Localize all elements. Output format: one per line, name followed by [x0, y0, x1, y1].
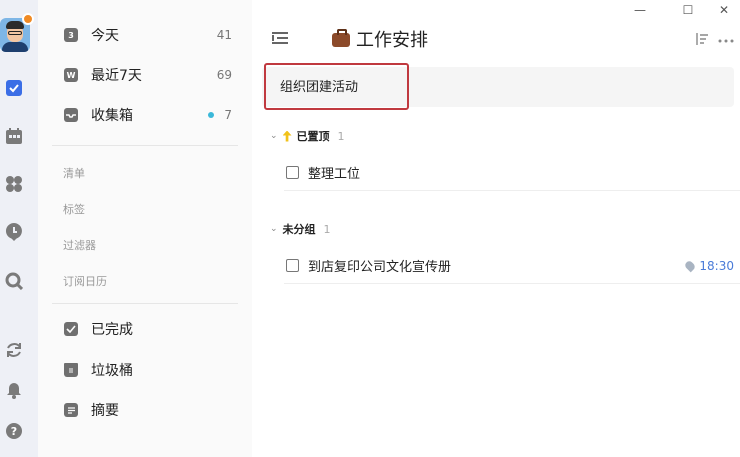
sidebar-item-label: 收集箱: [91, 108, 133, 124]
task-checkbox[interactable]: [286, 166, 299, 179]
sidebar-item-label: 垃圾桶: [91, 363, 133, 379]
group-count: 1: [323, 222, 331, 236]
premium-crown-icon: [22, 13, 34, 25]
sidebar-item-completed[interactable]: 已完成: [38, 313, 252, 345]
help-icon[interactable]: ?: [3, 420, 25, 442]
task-title: 整理工位: [308, 167, 361, 182]
location-pin-icon: [683, 259, 697, 272]
sidebar-item-count: 69: [216, 68, 232, 82]
sidebar-item-trash[interactable]: 垃圾桶: [38, 354, 252, 386]
group-header-pinned[interactable]: ⌄ 已置顶 1: [270, 128, 345, 144]
tasks-check-icon[interactable]: [3, 77, 25, 99]
sidebar-item-count: 41: [216, 28, 232, 42]
icon-rail: ?: [0, 0, 38, 457]
search-icon[interactable]: [3, 270, 25, 292]
svg-text:?: ?: [11, 425, 17, 438]
page-title: 工作安排: [332, 26, 428, 52]
section-lists[interactable]: 清单: [63, 165, 85, 181]
close-button[interactable]: ✕: [714, 2, 734, 18]
sidebar-item-next7days[interactable]: W 最近7天 69: [38, 59, 252, 91]
more-icon[interactable]: [718, 32, 734, 44]
trash-icon: [64, 363, 78, 377]
task-checkbox[interactable]: [286, 259, 299, 272]
next7days-icon: W: [64, 68, 78, 82]
sort-icon[interactable]: [695, 31, 709, 45]
chevron-down-icon: ⌄: [270, 131, 278, 141]
group-count: 1: [337, 129, 345, 143]
avatar-suit: [2, 42, 28, 52]
unread-dot: [208, 112, 214, 118]
sync-icon[interactable]: [3, 339, 25, 361]
sidebar-item-label: 摘要: [91, 403, 119, 419]
apps-icon[interactable]: [3, 173, 25, 195]
sidebar-item-label: 已完成: [91, 322, 133, 338]
inbox-icon: [64, 108, 78, 122]
list-sidebar: 3 今天 41 W 最近7天 69 收集箱 7 清单 标签 过滤器 订阅日历 已…: [38, 0, 252, 457]
sidebar-item-count: 7: [224, 108, 232, 122]
sidebar-item-today[interactable]: 3 今天 41: [38, 19, 252, 51]
pin-icon: [282, 130, 292, 142]
minimize-button[interactable]: —: [630, 2, 650, 18]
group-label: 未分组: [282, 223, 316, 236]
clock-icon[interactable]: [3, 221, 25, 243]
section-subscribed-calendars[interactable]: 订阅日历: [63, 273, 107, 289]
task-due-time[interactable]: 18:30: [699, 259, 734, 273]
divider: [52, 145, 238, 146]
section-tags[interactable]: 标签: [63, 201, 85, 217]
summary-icon: [64, 403, 78, 417]
divider: [52, 303, 238, 304]
collapse-sidebar-icon[interactable]: [272, 30, 290, 46]
avatar-glasses: [8, 31, 22, 35]
sidebar-item-label: 今天: [91, 28, 119, 44]
bell-icon[interactable]: [3, 379, 25, 401]
avatar-hair: [6, 21, 24, 29]
group-label: 已置顶: [296, 130, 330, 143]
sidebar-item-summary[interactable]: 摘要: [38, 394, 252, 426]
task-title: 到店复印公司文化宣传册: [308, 260, 452, 275]
main-panel: — ☐ ✕ 工作安排 ⌄ 已置顶 1: [252, 0, 740, 457]
completed-icon: [64, 322, 78, 336]
input-highlight-box: [264, 63, 409, 110]
chevron-down-icon: ⌄: [270, 224, 278, 234]
briefcase-icon: [332, 29, 350, 47]
today-icon: 3: [64, 28, 78, 42]
app-window: ? 3 今天 41 W 最近7天 69 收集箱 7 清单 标签 过滤器 订阅日历: [0, 0, 740, 457]
calendar-icon[interactable]: [3, 125, 25, 147]
sidebar-item-label: 最近7天: [91, 68, 142, 84]
group-header-ungrouped[interactable]: ⌄ 未分组 1: [270, 221, 331, 237]
section-filters[interactable]: 过滤器: [63, 237, 96, 253]
maximize-button[interactable]: ☐: [678, 2, 698, 18]
sidebar-item-inbox[interactable]: 收集箱 7: [38, 99, 252, 131]
task-row[interactable]: 整理工位: [284, 155, 740, 191]
task-row[interactable]: 到店复印公司文化宣传册 18:30: [284, 248, 740, 284]
list-title: 工作安排: [356, 30, 428, 51]
